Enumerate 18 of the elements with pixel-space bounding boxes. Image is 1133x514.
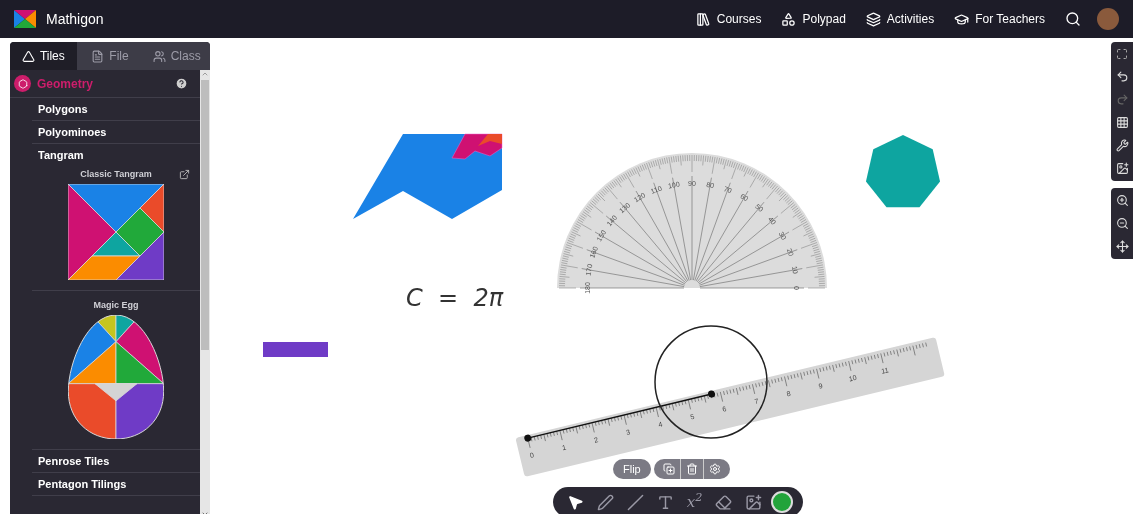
nav-link[interactable]: Polypad bbox=[781, 10, 846, 28]
nav-link[interactable]: Activities bbox=[865, 10, 935, 28]
nav-link[interactable]: For Teachers bbox=[954, 10, 1045, 28]
brand-name[interactable]: Mathigon bbox=[46, 8, 104, 30]
sidebar-item[interactable]: Penrose Tiles bbox=[32, 450, 200, 472]
sidebar-item[interactable]: Polyominoes bbox=[32, 121, 200, 143]
sidebar-item[interactable]: Pentagon Tilings bbox=[32, 473, 200, 495]
sidebar-item[interactable]: Polygons bbox=[32, 98, 200, 120]
sidebar-item[interactable]: Tangram bbox=[32, 144, 200, 166]
sidebar-tab[interactable]: File bbox=[76, 42, 144, 70]
tile-set-title: Magic Egg bbox=[93, 299, 139, 313]
tile-set-title: Classic Tangram bbox=[80, 168, 152, 182]
sidebar-tab[interactable]: Class bbox=[143, 42, 210, 70]
nav-link[interactable]: Courses bbox=[695, 10, 762, 28]
flip-button[interactable]: Flip bbox=[613, 459, 651, 479]
formula[interactable]: C = 2π bbox=[406, 280, 504, 316]
sidebar-tab[interactable]: Tiles bbox=[10, 42, 77, 70]
equation-tool[interactable]: x$^{2}$ bbox=[682, 490, 707, 514]
